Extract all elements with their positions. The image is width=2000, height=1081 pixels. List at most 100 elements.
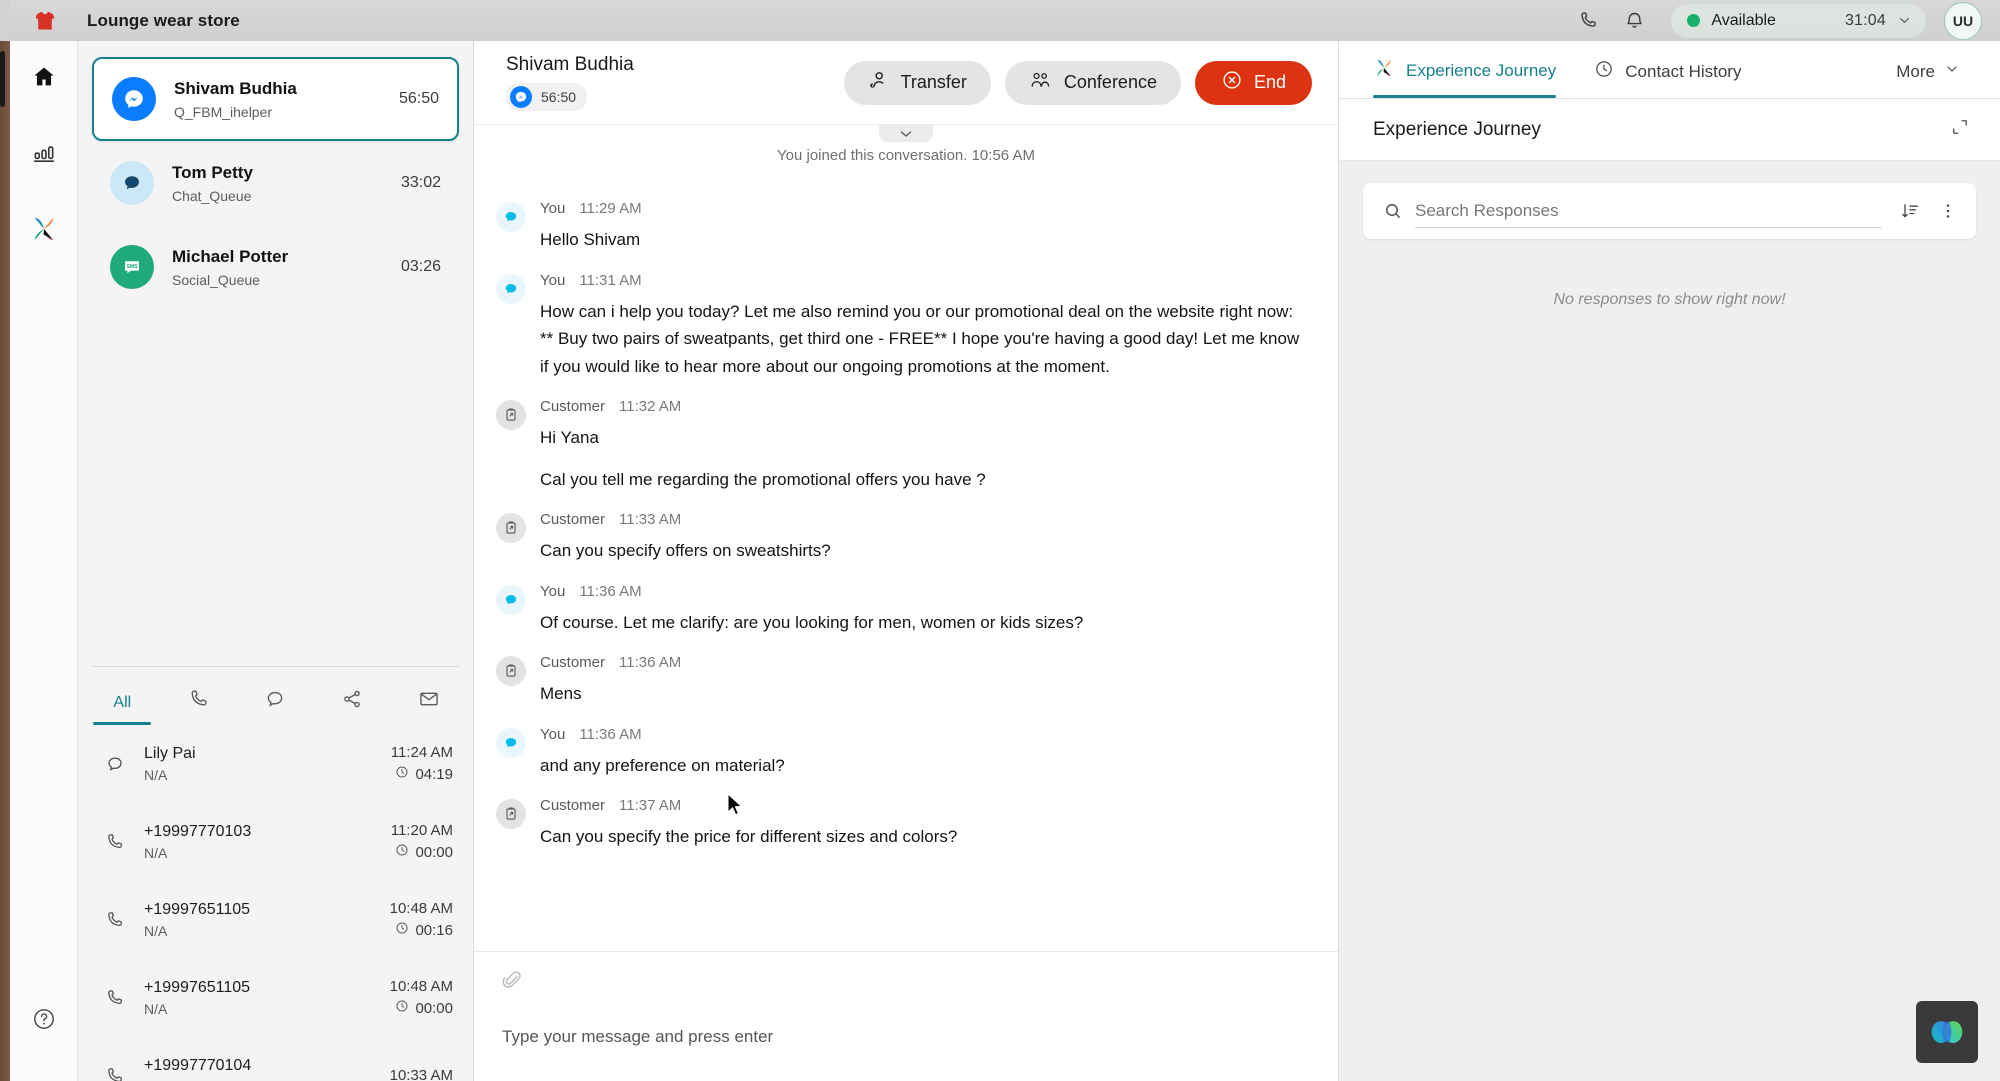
history-row[interactable]: +19997651105 N/A 10:48 AM 00:00 — [78, 959, 473, 1037]
message-text: Can you specify the price for different … — [540, 827, 958, 847]
conversation-scroll[interactable]: You joined this conversation. 10:56 AM Y… — [474, 125, 1338, 951]
tab-all[interactable]: All — [84, 667, 161, 725]
transfer-button[interactable]: Transfer — [843, 60, 991, 105]
task-timer: 03:26 — [400, 258, 441, 275]
end-button-label: End — [1253, 72, 1286, 92]
message-meta: You 11:31 AM — [540, 272, 1310, 289]
chevron-down-icon — [1944, 61, 1960, 82]
message-body: Customer 11:37 AM Can you specify the pr… — [540, 797, 1310, 851]
message-meta: Customer 11:32 AM — [540, 398, 1310, 415]
message-body: You 11:36 AM and any preference on mater… — [540, 726, 1310, 780]
more-tabs-button[interactable]: More — [1896, 61, 1960, 98]
app-root: Lounge wear store Available 31:04 UU Shi… — [0, 0, 2000, 1081]
history-row[interactable]: Lily Pai N/A 11:24 AM 04:19 — [78, 725, 473, 803]
person-transfer-icon — [868, 69, 890, 96]
end-button[interactable]: End — [1194, 60, 1312, 105]
message-row: Customer 11:36 AM Mens — [474, 654, 1338, 708]
sms-icon: SMS — [110, 245, 154, 289]
history-row[interactable]: +19997651105 N/A 10:48 AM 00:16 — [78, 881, 473, 959]
message-sender: You — [540, 271, 566, 289]
history-row-title: +19997651105 — [144, 900, 251, 918]
history-row-duration: 00:00 — [415, 999, 453, 1017]
message-sender: Customer — [540, 398, 606, 416]
experience-star-icon — [1373, 57, 1395, 84]
chat-contact-name: Shivam Budhia — [506, 54, 634, 75]
history-row-time: 10:33 AM — [389, 1067, 453, 1081]
phone-icon — [94, 988, 136, 1008]
message-body: Customer 11:36 AM Mens — [540, 654, 1310, 708]
history-row-right: 10:33 AM — [390, 1067, 453, 1081]
history-row[interactable]: +19997770104 N/A 10:33 AM — [78, 1037, 473, 1081]
user-avatar[interactable]: UU — [1944, 1, 1982, 40]
chevron-down-icon[interactable] — [1897, 13, 1912, 28]
customer-avatar — [496, 400, 526, 431]
task-list-column: Shivam Budhia Q_FBM_ihelper 56:50 Tom Pe… — [78, 41, 474, 1081]
customer-avatar — [496, 799, 526, 830]
message-row: You 11:36 AM and any preference on mater… — [474, 726, 1338, 780]
tab-experience-journey[interactable]: Experience Journey — [1373, 41, 1557, 98]
history-row-duration-wrap: 00:00 — [390, 999, 453, 1017]
share-icon — [341, 688, 363, 722]
message-body: You 11:31 AM How can i help you today? L… — [540, 272, 1310, 381]
tab-calls[interactable] — [161, 667, 238, 725]
message-input[interactable]: Type your message and press enter — [502, 1027, 1310, 1047]
people-group-icon — [1029, 69, 1053, 96]
message-time: 11:36 AM — [579, 725, 642, 743]
history-row-main: Lily Pai N/A — [144, 745, 391, 783]
rail-item-home[interactable] — [0, 41, 78, 117]
webex-logo-icon[interactable] — [1916, 1001, 1978, 1063]
agent-status-selector[interactable]: Available 31:04 — [1671, 3, 1926, 38]
chevron-down-icon[interactable] — [879, 125, 933, 142]
rail-item-experience[interactable] — [10, 193, 78, 269]
expand-icon[interactable] — [1950, 117, 1970, 142]
chat-header-left: Shivam Budhia 56:50 — [506, 54, 634, 111]
message-row: You 11:36 AM Of course. Let me clarify: … — [474, 583, 1338, 637]
tab-contact-history[interactable]: Contact History — [1594, 41, 1741, 98]
task-name: Michael Potter — [172, 247, 289, 267]
message-text: Mens — [540, 684, 582, 704]
task-item-michael-potter[interactable]: SMS Michael Potter Social_Queue 03:26 — [92, 225, 459, 309]
sort-descending-icon[interactable] — [1900, 201, 1920, 221]
history-row-main: +19997770104 N/A — [144, 1057, 390, 1081]
message-time: 11:37 AM — [619, 797, 682, 815]
search-input[interactable] — [1415, 194, 1882, 228]
chat-channel-pill: 56:50 — [506, 83, 588, 111]
paperclip-icon[interactable] — [502, 970, 1310, 995]
rail-item-analytics[interactable] — [10, 117, 78, 193]
task-item-shivam-budhia[interactable]: Shivam Budhia Q_FBM_ihelper 56:50 — [92, 57, 459, 141]
chat-timer: 56:50 — [541, 89, 577, 105]
rail-item-help[interactable] — [10, 983, 78, 1059]
phone-icon — [94, 910, 136, 930]
facebook-messenger-icon — [510, 86, 532, 108]
message-time: 11:36 AM — [619, 654, 682, 672]
conference-button[interactable]: Conference — [1004, 60, 1181, 105]
message-time: 11:31 AM — [579, 271, 642, 289]
history-row-sub: N/A — [144, 766, 168, 783]
history-row-sub: N/A — [144, 1000, 168, 1017]
more-vertical-icon[interactable] — [1938, 201, 1958, 221]
history-row-duration-wrap: 00:00 — [391, 843, 453, 861]
tab-chats[interactable] — [237, 667, 314, 725]
chat-actions: Transfer Conference End — [843, 60, 1312, 105]
active-tasks: Shivam Budhia Q_FBM_ihelper 56:50 Tom Pe… — [78, 41, 473, 309]
phone-icon[interactable] — [1565, 0, 1611, 41]
task-queue: Q_FBM_ihelper — [174, 103, 273, 120]
history-row[interactable]: +19997770103 N/A 11:20 AM 00:00 — [78, 803, 473, 881]
message-text: Cal you tell me regarding the promotiona… — [540, 469, 986, 489]
clock-icon — [395, 765, 409, 783]
chat-bubble-icon — [110, 161, 154, 205]
right-panel-header: Experience Journey — [1339, 99, 2000, 161]
tab-social[interactable] — [314, 667, 391, 725]
tshirt-icon — [32, 8, 58, 34]
message-body: You 11:29 AM Hello Shivam — [540, 200, 1310, 254]
bell-icon[interactable] — [1611, 0, 1657, 41]
agent-avatar — [496, 727, 526, 758]
right-panel-title: Experience Journey — [1373, 118, 1541, 140]
task-item-tom-petty[interactable]: Tom Petty Chat_Queue 33:02 — [92, 141, 459, 225]
history-row-title: Lily Pai — [144, 744, 196, 762]
message-meta: You 11:36 AM — [540, 583, 1310, 600]
message-time: 11:29 AM — [579, 200, 642, 217]
tab-email[interactable] — [390, 667, 467, 725]
message-body: Customer 11:32 AM Hi Yana Cal you tell m… — [540, 398, 1310, 493]
message-sender: You — [540, 200, 566, 217]
